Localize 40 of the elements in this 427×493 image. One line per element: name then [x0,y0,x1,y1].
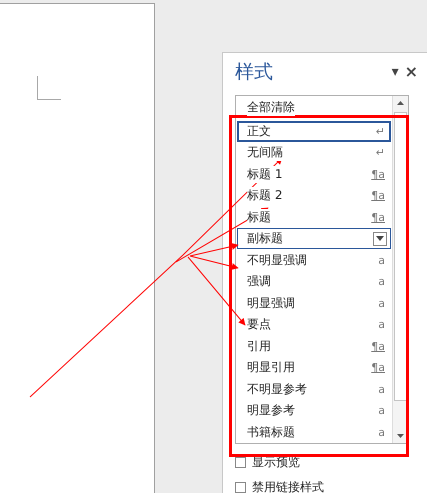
character-style-icon: a [378,254,385,267]
style-item[interactable]: 强调 a [237,270,391,292]
checkbox[interactable] [235,482,246,493]
style-item[interactable]: 要点 a [237,314,391,336]
caret-icon [376,236,384,242]
character-style-icon: a [378,296,385,310]
style-item[interactable]: 明显强调 a [237,292,391,314]
character-style-icon: a [378,426,385,439]
linked-style-icon: ¶a [371,340,385,353]
pane-title: 样式 [235,60,274,85]
style-item[interactable]: 标题 1 ¶a [237,164,391,185]
linked-style-icon: ¶a [371,168,385,181]
style-item[interactable]: 不明显强调 a [237,249,391,271]
close-button[interactable]: × [402,64,421,80]
linked-style-icon: ¶a [371,210,385,224]
character-style-icon: a [378,275,385,288]
pane-menu-button[interactable]: ▾ [388,65,402,79]
character-style-icon: a [378,404,385,418]
checkbox-label: 禁用链接样式 [252,479,324,493]
style-item[interactable]: 标题 2 ¶a [237,185,391,206]
style-item[interactable]: 副标题 [237,228,391,250]
linked-style-icon: ¶a [371,189,385,202]
paragraph-style-icon: ↵ [376,146,385,160]
style-dropdown-button[interactable] [373,232,387,246]
scroll-thumb[interactable] [394,112,407,401]
style-item[interactable]: 全部清除 [237,97,391,118]
style-item[interactable]: 引用 ¶a [237,335,391,357]
style-item[interactable]: 标题 ¶a [237,206,391,228]
style-item[interactable]: 明显引用 ¶a [237,356,391,378]
style-item[interactable]: 不明显参考 a [237,378,391,400]
paragraph-style-icon: ↵ [376,124,385,138]
character-style-icon: a [378,318,385,332]
margin-corner-mark [37,76,61,100]
checkbox[interactable] [235,457,246,468]
style-item[interactable]: 明显参考 a [237,400,391,422]
character-style-icon: a [378,382,385,396]
linked-style-icon: ¶a [371,361,385,374]
style-item[interactable]: 书籍标题 a [237,421,391,443]
style-item[interactable]: 正文 ↵ [237,120,391,142]
style-item[interactable]: 无间隔 ↵ [237,142,391,164]
